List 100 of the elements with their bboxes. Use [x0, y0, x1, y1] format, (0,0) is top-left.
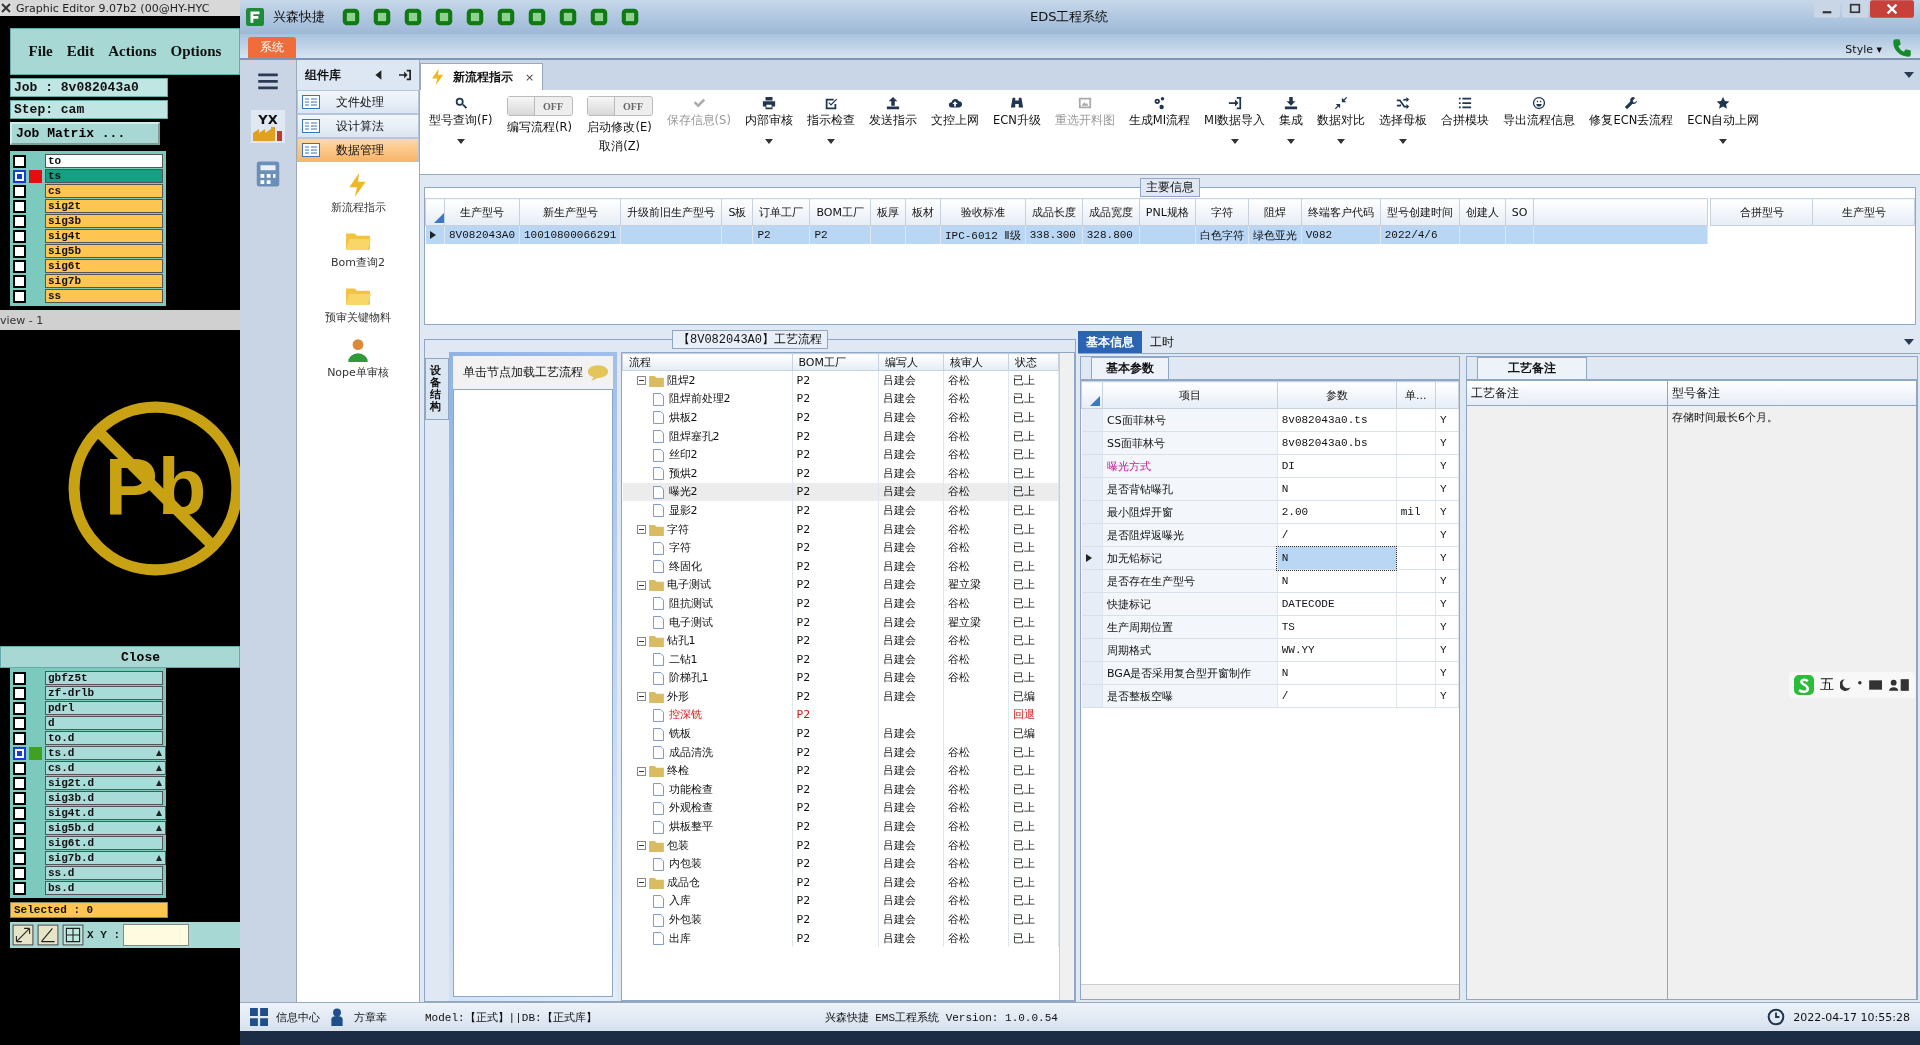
dropdown-caret-icon[interactable]	[1287, 139, 1296, 144]
table-row[interactable]: 是否背钻曝孔 N Y	[1081, 477, 1459, 501]
side-tab[interactable]: 设备结构	[425, 358, 449, 421]
module-launcher[interactable]: 新流程指示	[330, 172, 386, 215]
tree-row[interactable]: 铣板 P2 吕建会 已编	[622, 724, 1059, 743]
layer-name[interactable]: ts	[45, 169, 163, 183]
dropdown-caret-icon[interactable]	[1904, 72, 1914, 78]
table-row[interactable]: 最小阻焊开窗 2.00 mil Y	[1081, 500, 1459, 524]
checkbox[interactable]	[13, 701, 26, 715]
table-row[interactable]: 是否阻焊返曝光 / Y	[1081, 523, 1459, 547]
collapse-toggle-icon[interactable]	[636, 841, 646, 851]
toolbar-button[interactable]: 内部审核	[739, 94, 798, 146]
sign-in-icon[interactable]	[399, 69, 411, 81]
checkbox[interactable]	[13, 199, 26, 213]
toolbar-button[interactable]: 指示检查	[801, 94, 860, 146]
layer-name[interactable]: ss	[45, 289, 163, 303]
tree-node-label[interactable]: 终检	[666, 764, 689, 778]
checkbox[interactable]	[13, 836, 26, 850]
column-header[interactable]: BOM工厂	[809, 198, 871, 226]
tree-row[interactable]: 阻焊塞孔2 P2 吕建会 谷松 已上	[622, 426, 1059, 446]
menu-item[interactable]: Actions	[108, 43, 157, 60]
collapse-toggle-icon[interactable]	[636, 766, 646, 776]
step-name[interactable]: bs.d	[45, 881, 163, 895]
tab[interactable]: 基本信息	[1078, 331, 1142, 353]
column-header[interactable]: 创建人	[1459, 198, 1506, 226]
menu-item[interactable]: Edit	[66, 43, 95, 60]
tree-node-label[interactable]: 钻孔1	[666, 634, 696, 648]
step-name[interactable]: cs.d	[45, 761, 166, 775]
toolbar-button[interactable]: 数据对比	[1312, 94, 1371, 146]
sidebar-item[interactable]: 文件处理	[297, 90, 419, 114]
table-row[interactable]: CS面菲林号 8v082043a0.ts Y	[1081, 408, 1459, 432]
info-center-link[interactable]: 信息中心	[276, 1009, 320, 1025]
minimize-icon[interactable]	[1814, 0, 1840, 18]
checkbox[interactable]	[13, 716, 26, 730]
table-row[interactable]: 8V082043A0 10010800066291 P2 P2 IPC-6012 Ⅱ级 338.300 328.800 白色字符 绿色亚光 V082 2022/4/6	[425, 225, 1708, 244]
column-header[interactable]: 订单工厂	[752, 198, 810, 226]
column-header[interactable]: 型号创建时间	[1380, 198, 1460, 226]
tab[interactable]: 基本参数	[1091, 357, 1169, 379]
tree-row[interactable]: 阻抗测试 P2 吕建会 谷松 已上	[622, 594, 1059, 613]
tree-row[interactable]: 显影2 P2 吕建会 谷松 已上	[622, 501, 1059, 520]
menu-item[interactable]: Options	[170, 43, 222, 60]
module-launcher[interactable]: Bom查询2	[331, 227, 385, 270]
dropdown-caret-icon[interactable]	[456, 139, 465, 144]
checkbox[interactable]	[13, 806, 26, 820]
toolbar-button[interactable]: 发送指示	[863, 94, 922, 130]
checkbox[interactable]	[13, 259, 26, 273]
column-header[interactable]: 编写人	[878, 353, 944, 371]
column-header[interactable]: 验收标准	[940, 198, 1026, 226]
tree-row[interactable]: 预烘2 P2 吕建会 谷松 已上	[622, 463, 1059, 483]
sidebar-item[interactable]: 设计算法	[297, 114, 419, 138]
tree-row[interactable]: 烘板整平 P2 吕建会 谷松 已上	[622, 817, 1059, 836]
checkbox[interactable]	[13, 289, 26, 303]
layer-name[interactable]: sig7b	[45, 274, 163, 288]
column-header[interactable]: 板材	[905, 198, 941, 226]
column-header[interactable]: 流程	[622, 353, 792, 371]
checkbox[interactable]	[13, 761, 26, 775]
step-name[interactable]: d	[45, 716, 163, 730]
tree-node-label[interactable]: 电子测试	[666, 578, 711, 592]
column-header[interactable]: SO	[1505, 198, 1534, 226]
column-header[interactable]: PNL规格	[1139, 198, 1196, 226]
column-header[interactable]: 成品长度	[1025, 198, 1083, 226]
checkbox[interactable]	[13, 731, 26, 745]
checkbox[interactable]	[13, 821, 26, 835]
job-matrix-button[interactable]: Job Matrix ...	[10, 122, 160, 145]
tree-node-label[interactable]: 成品仓	[666, 875, 700, 889]
toggle-switch[interactable]: OFF	[586, 96, 653, 116]
tree-row[interactable]: 丝印2 P2 吕建会 谷松 已上	[622, 445, 1059, 464]
toolbar-button[interactable]: 合拼模块	[1436, 94, 1495, 130]
tree-row[interactable]: 控深铣 P2 回退	[622, 705, 1059, 725]
close-button[interactable]: Close	[0, 646, 240, 668]
table-row[interactable]: 曝光方式 DI Y	[1081, 454, 1459, 478]
factory-logo[interactable]: YX	[251, 110, 285, 143]
step-name[interactable]: ts.d	[45, 746, 166, 760]
dropdown-caret-icon[interactable]	[826, 139, 835, 144]
step-name[interactable]: zf-drlb	[45, 686, 163, 700]
tree-row[interactable]: 内包装 P2 吕建会 谷松 已上	[622, 854, 1059, 874]
dropdown-caret-icon[interactable]	[1230, 139, 1239, 144]
toolbar-button[interactable]: ECN自动上网	[1682, 94, 1765, 146]
resize-tool-icon[interactable]	[12, 924, 34, 946]
column-header[interactable]: 状态	[1008, 353, 1059, 371]
tree-row[interactable]: 外观检查 P2 吕建会 谷松 已上	[622, 798, 1059, 818]
column-header[interactable]: S板	[721, 198, 753, 226]
dropdown-caret-icon[interactable]	[764, 139, 773, 144]
collapse-toggle-icon[interactable]	[636, 878, 646, 888]
close-icon[interactable]	[1870, 0, 1914, 18]
module-launcher[interactable]: 预审关键物料	[325, 282, 391, 325]
column-header[interactable]: 阻焊	[1248, 198, 1302, 226]
angle-tool-icon[interactable]	[37, 924, 59, 946]
layer-name[interactable]: to	[45, 154, 163, 168]
checkbox[interactable]	[13, 881, 26, 895]
collapse-toggle-icon[interactable]	[636, 636, 646, 646]
scrollbar[interactable]	[1081, 984, 1459, 999]
table-row[interactable]: 加无铅标记 N Y	[1081, 546, 1459, 570]
column-header[interactable]: 终端客户代码	[1301, 198, 1381, 226]
checkbox[interactable]	[13, 851, 26, 865]
tree-row[interactable]: 出库 P2 吕建会 谷松 已上	[622, 928, 1059, 948]
step-name[interactable]: pdrl	[45, 701, 163, 715]
layer-name[interactable]: sig5b	[45, 244, 163, 258]
tree-row[interactable]: 电子测试 P2 吕建会 翟立梁 已上	[622, 612, 1059, 632]
style-menu[interactable]: Style ▾	[1845, 43, 1882, 56]
